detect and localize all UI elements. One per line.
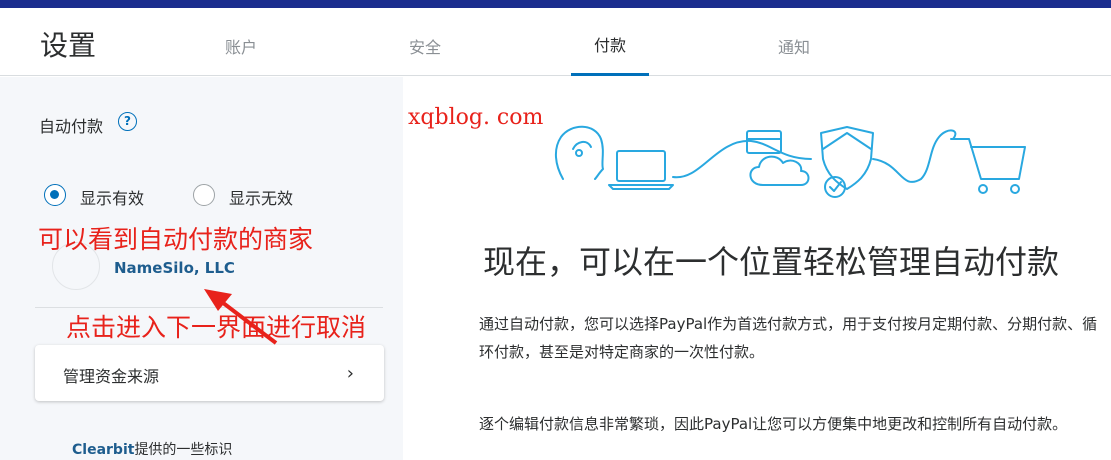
top-brand-bar [0, 0, 1111, 8]
auto-pay-heading: 自动付款 [39, 117, 104, 136]
show-inactive-label[interactable]: 显示无效 [229, 185, 293, 209]
tab-payments[interactable]: 付款 [594, 32, 626, 56]
detail-paragraph: 逐个编辑付款信息非常繁琐，因此PayPal让您可以方便集中地更改和控制所有自动付… [479, 415, 1068, 433]
page-title: 设置 [40, 29, 97, 62]
tab-account[interactable]: 账户 [225, 34, 257, 58]
payments-illustration [555, 125, 1026, 198]
watermark-text: xqblog. com [408, 105, 544, 130]
merchant-name-link[interactable]: NameSilo, LLC [114, 259, 235, 277]
manage-funding-sources-label: 管理资金来源 [63, 367, 160, 386]
clearbit-link[interactable]: Clearbit [72, 442, 134, 458]
manage-funding-sources-button[interactable]: 管理资金来源 › [35, 345, 384, 401]
person-head-icon [555, 125, 604, 180]
clearbit-text: 提供的一些标识 [134, 442, 233, 458]
question-circle-icon[interactable]: ? [118, 112, 137, 131]
headline: 现在，可以在一个位置轻松管理自动付款 [483, 243, 1060, 281]
annotation-merchants-note: 可以看到自动付款的商家 [38, 225, 314, 254]
laptop-icon [616, 150, 666, 182]
show-active-label[interactable]: 显示有效 [80, 185, 144, 209]
show-inactive-radio[interactable] [193, 184, 215, 206]
tab-notifications[interactable]: 通知 [778, 34, 810, 58]
clearbit-attribution: Clearbit提供的一些标识 [72, 439, 232, 459]
main-content: xqblog. com 现在，可以在一个位置轻松管理自动付款 通过自动付款，您可… [403, 77, 1111, 460]
automatic-payments-sidebar: 自动付款 ? 显示有效 显示无效 NameSilo, LLC 管理资金来源 › … [0, 77, 403, 460]
annotation-cancel-note: 点击进入下一界面进行取消 [66, 313, 367, 342]
intro-paragraph: 通过自动付款，您可以选择PayPal作为首选付款方式，用于支付按月定期付款、分期… [479, 315, 1098, 361]
cloud-icon [749, 155, 810, 186]
tab-security[interactable]: 安全 [409, 34, 441, 58]
settings-header: 设置 账户 安全 付款 通知 [0, 8, 1111, 76]
active-tab-indicator [571, 73, 649, 76]
cart-icon [950, 138, 1026, 180]
chevron-right-icon: › [346, 363, 354, 384]
show-active-radio[interactable] [44, 184, 66, 206]
